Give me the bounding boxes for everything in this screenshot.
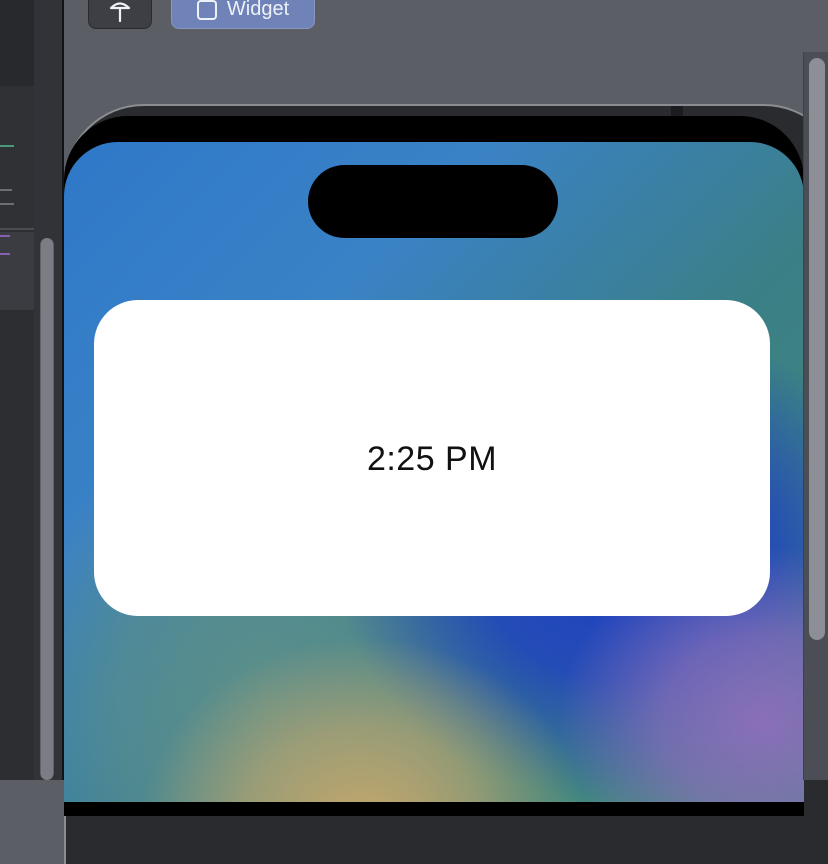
pin-preview-button[interactable]	[88, 0, 152, 29]
widget-mode-button[interactable]: Widget	[171, 0, 315, 29]
dynamic-island	[308, 165, 558, 238]
code-line-marker	[0, 235, 10, 237]
code-separator	[0, 228, 34, 230]
code-line-marker	[0, 189, 12, 191]
widget-mode-label: Widget	[226, 0, 290, 20]
code-line-marker	[0, 145, 14, 147]
editor-code-area-lower	[0, 310, 34, 780]
editor-toolbar-area	[0, 0, 34, 86]
device-side-button	[671, 106, 683, 116]
widget-time-text: 2:25 PM	[366, 440, 498, 478]
editor-panel	[0, 0, 34, 780]
canvas-scrollbar-thumb[interactable]	[809, 58, 825, 640]
editor-scrollbar-thumb[interactable]	[41, 238, 53, 780]
code-line-marker	[0, 253, 10, 255]
editor-code-area	[0, 86, 34, 228]
pin-icon	[109, 1, 131, 22]
widget-square-icon	[196, 0, 217, 20]
code-line-marker	[0, 203, 14, 205]
editor-selected-line	[0, 232, 34, 310]
widget-preview-card[interactable]: 2:25 PM	[94, 300, 770, 616]
